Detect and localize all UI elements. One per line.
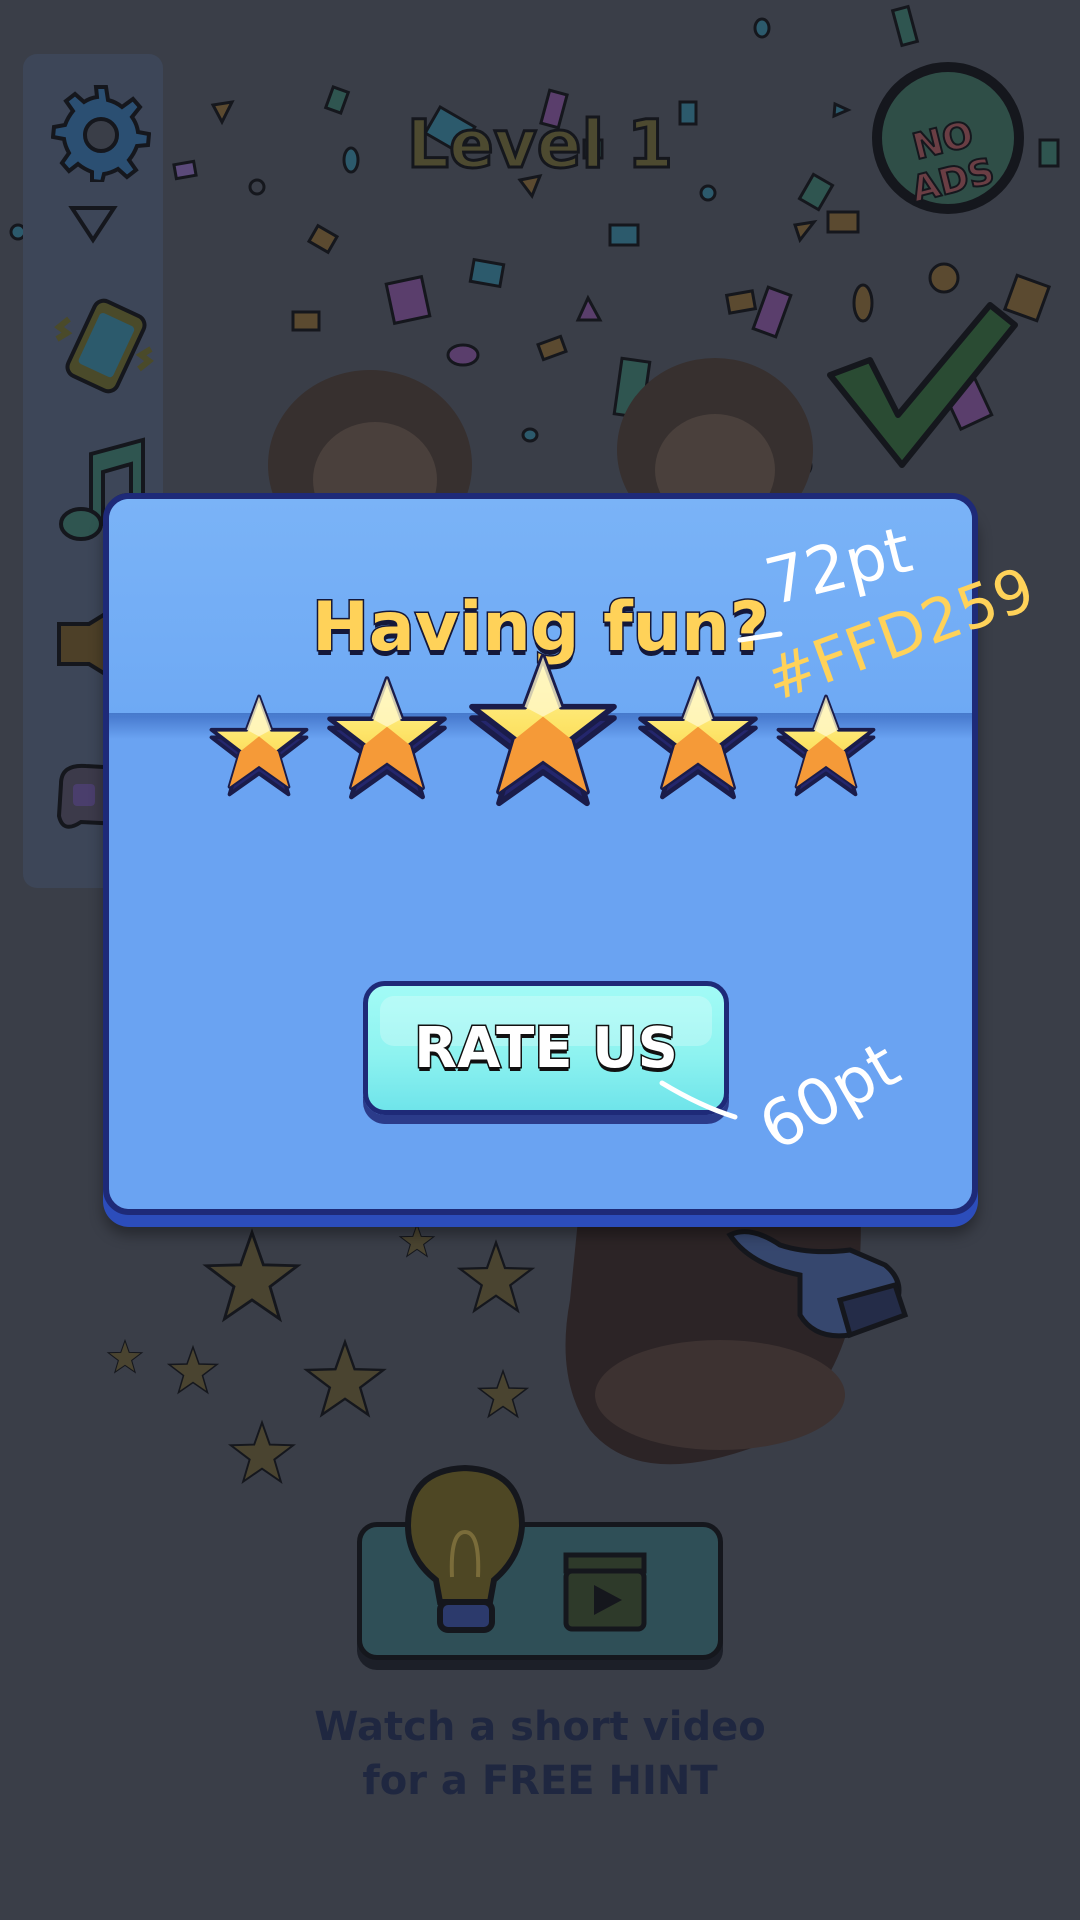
annotation-pointer-button [659, 1080, 738, 1120]
annotation-pointer-title [737, 631, 783, 643]
game-screen: Level 1 NO ADS Watch a short video for a… [0, 0, 1080, 1920]
annotation-lines [659, 631, 783, 1120]
